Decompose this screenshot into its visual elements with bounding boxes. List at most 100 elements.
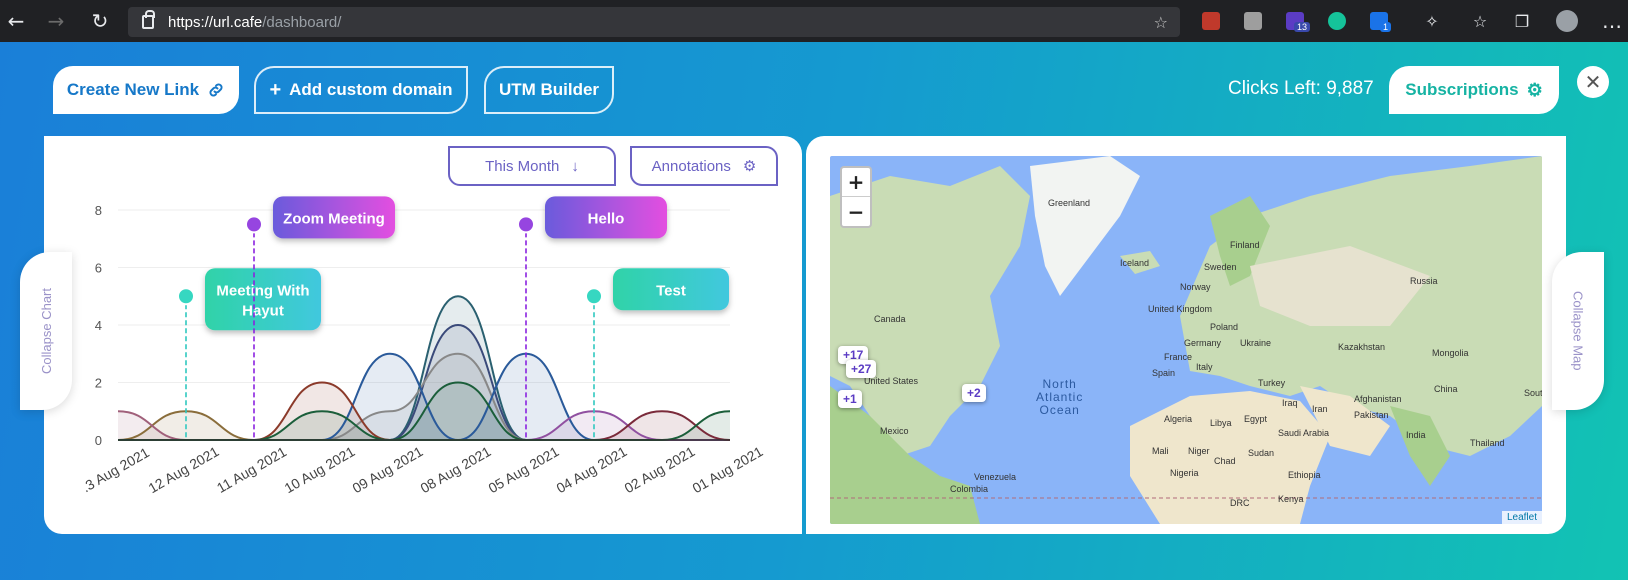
y-tick-label: 6 xyxy=(95,261,102,276)
annotation-marker xyxy=(585,287,603,306)
annotation-marker xyxy=(177,287,195,306)
x-tick-label: .3 Aug 2021 xyxy=(79,444,152,495)
x-tick-label: 11 Aug 2021 xyxy=(214,443,289,496)
world-map[interactable]: Greenland Iceland Finland Sweden Norway … xyxy=(830,156,1542,524)
x-tick-label: 08 Aug 2021 xyxy=(417,443,493,496)
map-label: Sout xyxy=(1524,388,1542,398)
map-label: Libya xyxy=(1210,418,1232,428)
map-label: Sudan xyxy=(1248,448,1275,458)
annotation-label: Test xyxy=(656,282,686,299)
add-domain-button[interactable]: + Add custom domain xyxy=(254,66,468,114)
map-label: Saudi Arabia xyxy=(1278,428,1330,438)
map-label: Kenya xyxy=(1278,494,1304,504)
map-label: Niger xyxy=(1188,446,1210,456)
gear-icon: ⚙ xyxy=(1526,79,1543,100)
utm-builder-label: UTM Builder xyxy=(498,80,600,99)
map-label: Mexico xyxy=(880,426,909,436)
x-tick-label: 10 Aug 2021 xyxy=(281,443,357,496)
map-label: Thailand xyxy=(1470,438,1505,448)
annotation-label: Hello xyxy=(588,210,625,227)
map-label: Iraq xyxy=(1282,398,1298,408)
map-label: Algeria xyxy=(1164,414,1193,424)
zoom-control: + − xyxy=(840,166,872,228)
map-label: France xyxy=(1164,352,1193,362)
subscriptions-button[interactable]: Subscriptions ⚙ xyxy=(1389,66,1559,114)
annotation-label: Meeting With xyxy=(216,282,309,299)
map-cluster-marker[interactable]: +1 xyxy=(838,390,862,408)
x-tick-label: 12 Aug 2021 xyxy=(145,443,221,496)
map-label: DRC xyxy=(1230,498,1250,508)
map-panel: Greenland Iceland Finland Sweden Norway … xyxy=(806,136,1566,534)
map-label: Mongolia xyxy=(1432,348,1469,358)
map-label: United Kingdom xyxy=(1148,304,1213,314)
browser-toolbar: ← → ↻ https://url.cafe/dashboard/ ☆ 13 1… xyxy=(0,0,1628,42)
x-tick-label: 02 Aug 2021 xyxy=(621,443,697,496)
extension-gray-icon[interactable] xyxy=(1244,12,1262,30)
collections-icon[interactable]: ❐ xyxy=(1506,5,1538,37)
bookmark-star-icon[interactable]: ☆ xyxy=(1154,13,1168,32)
map-label: Venezuela xyxy=(974,472,1017,482)
subscriptions-label: Subscriptions xyxy=(1405,80,1519,99)
zoom-in-button[interactable]: + xyxy=(842,168,870,197)
favorites-icon[interactable]: ☆ xyxy=(1464,5,1496,37)
close-icon: ✕ xyxy=(1584,70,1602,94)
forward-arrow-icon[interactable]: → xyxy=(40,5,72,37)
map-label: Afghanistan xyxy=(1354,394,1402,404)
extension-red-icon[interactable] xyxy=(1202,12,1220,30)
annotation-label: Hayut xyxy=(242,302,284,319)
profile-avatar-icon[interactable] xyxy=(1556,10,1578,32)
map-label: Egypt xyxy=(1244,414,1268,424)
map-label: Sweden xyxy=(1204,262,1237,272)
collapse-map-tab[interactable]: Collapse Map xyxy=(1552,252,1604,410)
collapse-chart-tab[interactable]: Collapse Chart xyxy=(20,252,72,410)
reload-icon[interactable]: ↻ xyxy=(84,5,116,37)
create-link-label: Create New Link xyxy=(66,80,200,99)
map-label: Ethiopia xyxy=(1288,470,1321,480)
clicks-left-text: Clicks Left: 9,887 xyxy=(1228,78,1374,99)
annotation-marker xyxy=(517,215,535,234)
collapse-map-label: Collapse Map xyxy=(1570,291,1586,371)
y-tick-label: 0 xyxy=(95,433,102,448)
more-menu-icon[interactable]: … xyxy=(1596,5,1628,37)
map-label: Finland xyxy=(1230,240,1260,250)
puzzle-icon[interactable]: ✧ xyxy=(1416,5,1448,37)
grammarly-icon[interactable] xyxy=(1328,12,1346,30)
back-arrow-icon[interactable]: ← xyxy=(0,5,32,37)
map-label: Italy xyxy=(1196,362,1213,372)
chart-panel: This Month ↓ Annotations ⚙ 0 2 4 6 8.3 Aug 2… xyxy=(44,136,802,534)
map-cluster-marker[interactable]: +27 xyxy=(846,360,877,378)
map-attribution-link[interactable]: Leaflet xyxy=(1501,511,1542,524)
zoom-out-button[interactable]: − xyxy=(842,197,870,226)
close-button[interactable]: ✕ xyxy=(1577,66,1609,98)
url-text: https://url.cafe/dashboard/ xyxy=(168,13,342,31)
map-label: Ukraine xyxy=(1240,338,1272,348)
x-tick-label: 09 Aug 2021 xyxy=(349,443,425,496)
map-label: Poland xyxy=(1210,322,1239,332)
y-tick-label: 4 xyxy=(95,318,102,333)
map-label: Iran xyxy=(1312,404,1328,414)
dashboard: Create New Link + Add custom domain UTM … xyxy=(0,42,1628,580)
x-tick-label: 04 Aug 2021 xyxy=(553,443,629,496)
y-tick-label: 8 xyxy=(95,203,102,218)
extension-badge: 13 xyxy=(1294,22,1311,32)
map-cluster-marker[interactable]: +2 xyxy=(962,384,986,402)
map-label: Pakistan xyxy=(1354,410,1389,420)
x-tick-label: 01 Aug 2021 xyxy=(689,443,765,496)
x-tick-label: 05 Aug 2021 xyxy=(485,443,561,496)
address-bar[interactable]: https://url.cafe/dashboard/ ☆ xyxy=(128,7,1180,37)
create-link-button[interactable]: Create New Link xyxy=(53,66,239,114)
ocean-label: North Atlantic Ocean xyxy=(1036,377,1084,417)
map-label: Turkey xyxy=(1258,378,1286,388)
annotation-label: Zoom Meeting xyxy=(283,210,385,227)
extension-badge: 1 xyxy=(1380,22,1392,32)
map-label: Greenland xyxy=(1048,198,1091,208)
collapse-chart-label: Collapse Chart xyxy=(38,288,54,374)
plus-icon: + xyxy=(269,78,282,101)
clicks-chart: 0 2 4 6 8 .3 Aug 202112 Aug 202111 Aug 202110… xyxy=(79,196,766,496)
utm-builder-button[interactable]: UTM Builder xyxy=(484,66,614,114)
annotation-marker xyxy=(245,215,263,234)
map-label: Canada xyxy=(874,314,906,324)
map-label: Chad xyxy=(1214,456,1236,466)
link-icon xyxy=(209,83,223,97)
add-domain-label: Add custom domain xyxy=(289,80,453,99)
